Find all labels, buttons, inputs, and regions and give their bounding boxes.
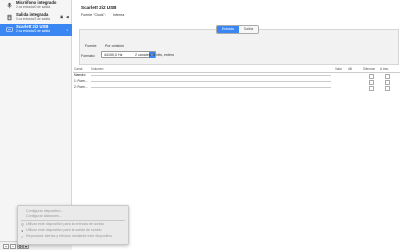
device-item-builtin-mic[interactable]: Micrófono integrado 2 ca entrada/0 de sa… [0,0,72,11]
sample-rate-value: 44100,0 Hz [104,53,123,57]
menu-item-configure-speakers[interactable]: Configurar altavoces... [26,214,62,218]
menu-item-use-for-output[interactable]: Utilizar este dispositivo para la salida… [26,228,102,232]
context-menu: Configurar dispositivo... Configurar alt… [17,205,129,245]
device-channels: 2 ca entrada/2 de salida [16,29,51,33]
tab-output[interactable]: Salida [238,26,259,33]
menu-separator [21,220,125,221]
add-device-button[interactable]: + [3,244,9,249]
mic-icon: ⚲ [21,222,24,227]
format-label: Formato: [81,54,96,58]
source-label: Fuente: [85,44,98,48]
format-select[interactable]: 2 canales/24 bits, entero [135,53,174,57]
device-item-builtin-output[interactable]: Salida integrada 0 ca entrada/2 de salid… [0,12,72,23]
thru-checkbox[interactable] [385,85,390,91]
remove-device-button[interactable]: − [10,244,16,249]
tab-input[interactable]: Entrada [217,26,239,33]
device-item-scarlett[interactable]: Scarlett 2i2 USB 2 ca entrada/2 de salid… [0,24,72,36]
output-device-icon: ▣ [60,15,64,19]
speaker-icon [7,14,12,21]
speaker-icon: ◂ [21,228,24,233]
mute-checkbox[interactable] [369,85,374,91]
format-panel [79,29,399,65]
volume-slider[interactable] [91,74,331,76]
usb-interface-icon [6,27,13,32]
source-value[interactable]: Por omisión [105,44,124,48]
device-channels: 2 ca entrada/0 de salida [16,5,51,9]
menu-item-use-for-alerts[interactable]: Reproducir alertas y efectos mediante es… [26,234,112,238]
mic-indicator-icon: ◖ [66,28,69,32]
device-channels: 0 ca entrada/2 de salida [16,17,51,21]
volume-icon: ◀ [66,15,69,19]
clock-source-label: Fuente "Clock": [81,13,106,17]
volume-slider[interactable] [91,80,331,82]
device-title: Scarlett 2i2 USB [81,5,117,10]
table-row: 2: Fuen... [73,84,400,91]
menu-item-use-for-input[interactable]: Utilizar este dispositivo para la entrad… [26,222,104,226]
microphone-icon [7,2,12,9]
io-tabs: Entrada Salida [216,25,260,34]
clock-source-select[interactable]: Interna [113,13,124,17]
bell-icon: ♪ [21,234,23,239]
volume-slider[interactable] [91,86,331,88]
channel-name: 2: Fuen... [74,85,88,89]
menu-item-configure-device[interactable]: Configurar dispositivo... [26,209,64,213]
